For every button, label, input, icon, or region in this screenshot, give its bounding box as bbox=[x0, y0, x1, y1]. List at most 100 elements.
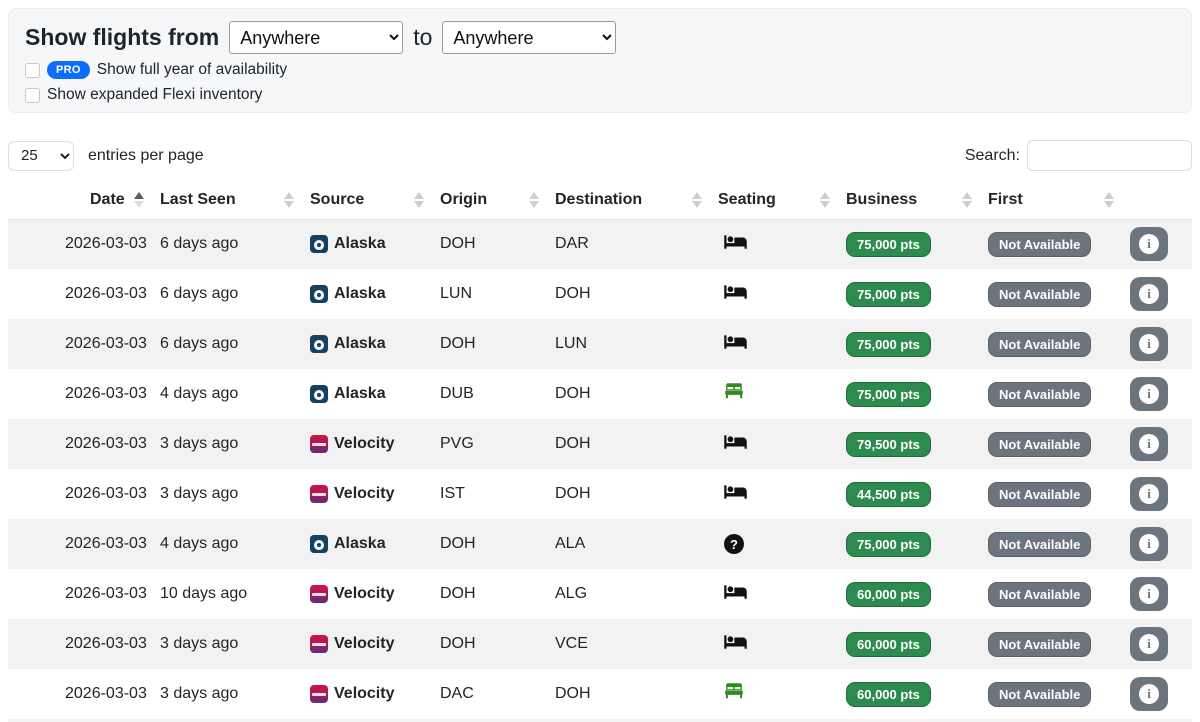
lie-flat-bed-icon bbox=[724, 682, 744, 702]
table-controls: 25 entries per page Search: bbox=[8, 139, 1192, 172]
seating-icon: ? bbox=[724, 534, 744, 554]
column-header-label: Date bbox=[90, 191, 125, 209]
first-availability-badge: Not Available bbox=[988, 282, 1091, 307]
flexi-label: Show expanded Flexi inventory bbox=[47, 86, 262, 104]
last-seen-cell: 3 days ago bbox=[160, 419, 310, 469]
lie-flat-bed-icon bbox=[724, 382, 744, 402]
flexi-checkbox[interactable] bbox=[25, 88, 40, 103]
info-button[interactable]: i bbox=[1130, 677, 1168, 711]
first-availability-badge: Not Available bbox=[988, 332, 1091, 357]
date-cell: 2026-03-03 bbox=[8, 569, 160, 619]
date-cell: 2026-03-03 bbox=[8, 619, 160, 669]
info-button[interactable]: i bbox=[1130, 527, 1168, 561]
origin-cell: DOH bbox=[440, 619, 555, 669]
last-seen-cell: 3 days ago bbox=[160, 469, 310, 519]
seating-icon: ? bbox=[724, 233, 747, 251]
column-header[interactable]: First bbox=[988, 182, 1130, 219]
info-button[interactable]: i bbox=[1130, 327, 1168, 361]
alaska-logo-icon bbox=[310, 535, 328, 553]
info-button[interactable]: i bbox=[1130, 477, 1168, 511]
info-button[interactable]: i bbox=[1130, 627, 1168, 661]
filter-title: Show flights from bbox=[25, 24, 219, 51]
from-airport-select[interactable]: Anywhere bbox=[229, 21, 403, 54]
full-year-checkbox[interactable] bbox=[25, 63, 40, 78]
seating-icon: ? bbox=[724, 583, 747, 601]
seating-icon: ? bbox=[724, 333, 747, 351]
destination-cell: DOH bbox=[555, 269, 718, 319]
last-seen-cell: 10 days ago bbox=[160, 569, 310, 619]
business-points-badge: 60,000 pts bbox=[846, 582, 931, 607]
column-header[interactable]: Source bbox=[310, 182, 440, 219]
column-header[interactable]: Seating bbox=[718, 182, 846, 219]
search-input[interactable] bbox=[1027, 140, 1192, 171]
column-header[interactable]: Business bbox=[846, 182, 988, 219]
info-button[interactable]: i bbox=[1130, 427, 1168, 461]
info-button[interactable]: i bbox=[1130, 277, 1168, 311]
search-label: Search: bbox=[965, 147, 1020, 165]
column-header-label: First bbox=[988, 191, 1023, 209]
table-row: 2026-03-03 3 days ago Velocity DOH VCE bbox=[8, 619, 1192, 669]
origin-cell: DUB bbox=[440, 369, 555, 419]
source-name: Alaska bbox=[334, 535, 386, 553]
info-icon: i bbox=[1139, 434, 1159, 454]
table-row: 2026-03-03 4 days ago Alaska DUB DOH bbox=[8, 369, 1192, 419]
column-header-label: Source bbox=[310, 191, 364, 209]
table-row: 2026-03-03 6 days ago Alaska LUN DOH bbox=[8, 269, 1192, 319]
source-name: Velocity bbox=[334, 485, 394, 503]
to-airport-select[interactable]: Anywhere bbox=[442, 21, 616, 54]
bed-icon bbox=[724, 283, 747, 301]
seating-icon: ? bbox=[724, 682, 744, 702]
last-seen-cell: 6 days ago bbox=[160, 269, 310, 319]
column-header-label: Business bbox=[846, 191, 917, 209]
seating-icon: ? bbox=[724, 382, 744, 402]
info-icon: i bbox=[1139, 534, 1159, 554]
velocity-logo-icon bbox=[310, 435, 328, 453]
destination-cell: DOH bbox=[555, 669, 718, 719]
info-icon: i bbox=[1139, 484, 1159, 504]
entries-per-page-label: entries per page bbox=[88, 147, 204, 165]
origin-cell: IST bbox=[440, 469, 555, 519]
date-cell: 2026-03-03 bbox=[8, 369, 160, 419]
sort-icon bbox=[692, 192, 702, 208]
sort-icon bbox=[962, 192, 972, 208]
last-seen-cell: 6 days ago bbox=[160, 319, 310, 369]
info-button[interactable]: i bbox=[1130, 377, 1168, 411]
info-icon: i bbox=[1139, 684, 1159, 704]
business-points-badge: 75,000 pts bbox=[846, 382, 931, 407]
seating-icon: ? bbox=[724, 433, 747, 451]
pro-badge: PRO bbox=[47, 61, 90, 79]
info-button[interactable]: i bbox=[1130, 577, 1168, 611]
origin-cell: DOH bbox=[440, 519, 555, 569]
business-points-badge: 44,500 pts bbox=[846, 482, 931, 507]
first-availability-badge: Not Available bbox=[988, 232, 1091, 257]
to-label: to bbox=[413, 24, 432, 51]
column-header[interactable]: Date bbox=[8, 182, 160, 219]
bed-icon bbox=[724, 583, 747, 601]
first-availability-badge: Not Available bbox=[988, 382, 1091, 407]
column-header[interactable]: Destination bbox=[555, 182, 718, 219]
info-button[interactable]: i bbox=[1130, 227, 1168, 261]
date-cell: 2026-03-03 bbox=[8, 319, 160, 369]
flights-table: Date Last Seen Source Origin Des bbox=[8, 182, 1192, 719]
column-header bbox=[1130, 182, 1192, 219]
bed-icon bbox=[724, 483, 747, 501]
velocity-logo-icon bbox=[310, 485, 328, 503]
destination-cell: DOH bbox=[555, 419, 718, 469]
source-name: Velocity bbox=[334, 435, 394, 453]
source-name: Velocity bbox=[334, 685, 394, 703]
origin-cell: DOH bbox=[440, 319, 555, 369]
page-size-select[interactable]: 25 bbox=[8, 141, 74, 171]
column-header[interactable]: Origin bbox=[440, 182, 555, 219]
table-header-row: Date Last Seen Source Origin Des bbox=[8, 182, 1192, 219]
source-name: Alaska bbox=[334, 385, 386, 403]
first-availability-badge: Not Available bbox=[988, 432, 1091, 457]
first-availability-badge: Not Available bbox=[988, 482, 1091, 507]
sort-icon bbox=[134, 192, 144, 208]
table-body: 2026-03-03 6 days ago Alaska DOH DAR bbox=[8, 219, 1192, 719]
sort-icon bbox=[414, 192, 424, 208]
table-row: 2026-03-03 4 days ago Alaska DOH ALA bbox=[8, 519, 1192, 569]
info-icon: i bbox=[1139, 584, 1159, 604]
seating-icon: ? bbox=[724, 483, 747, 501]
column-header[interactable]: Last Seen bbox=[160, 182, 310, 219]
column-header-label: Seating bbox=[718, 191, 776, 209]
